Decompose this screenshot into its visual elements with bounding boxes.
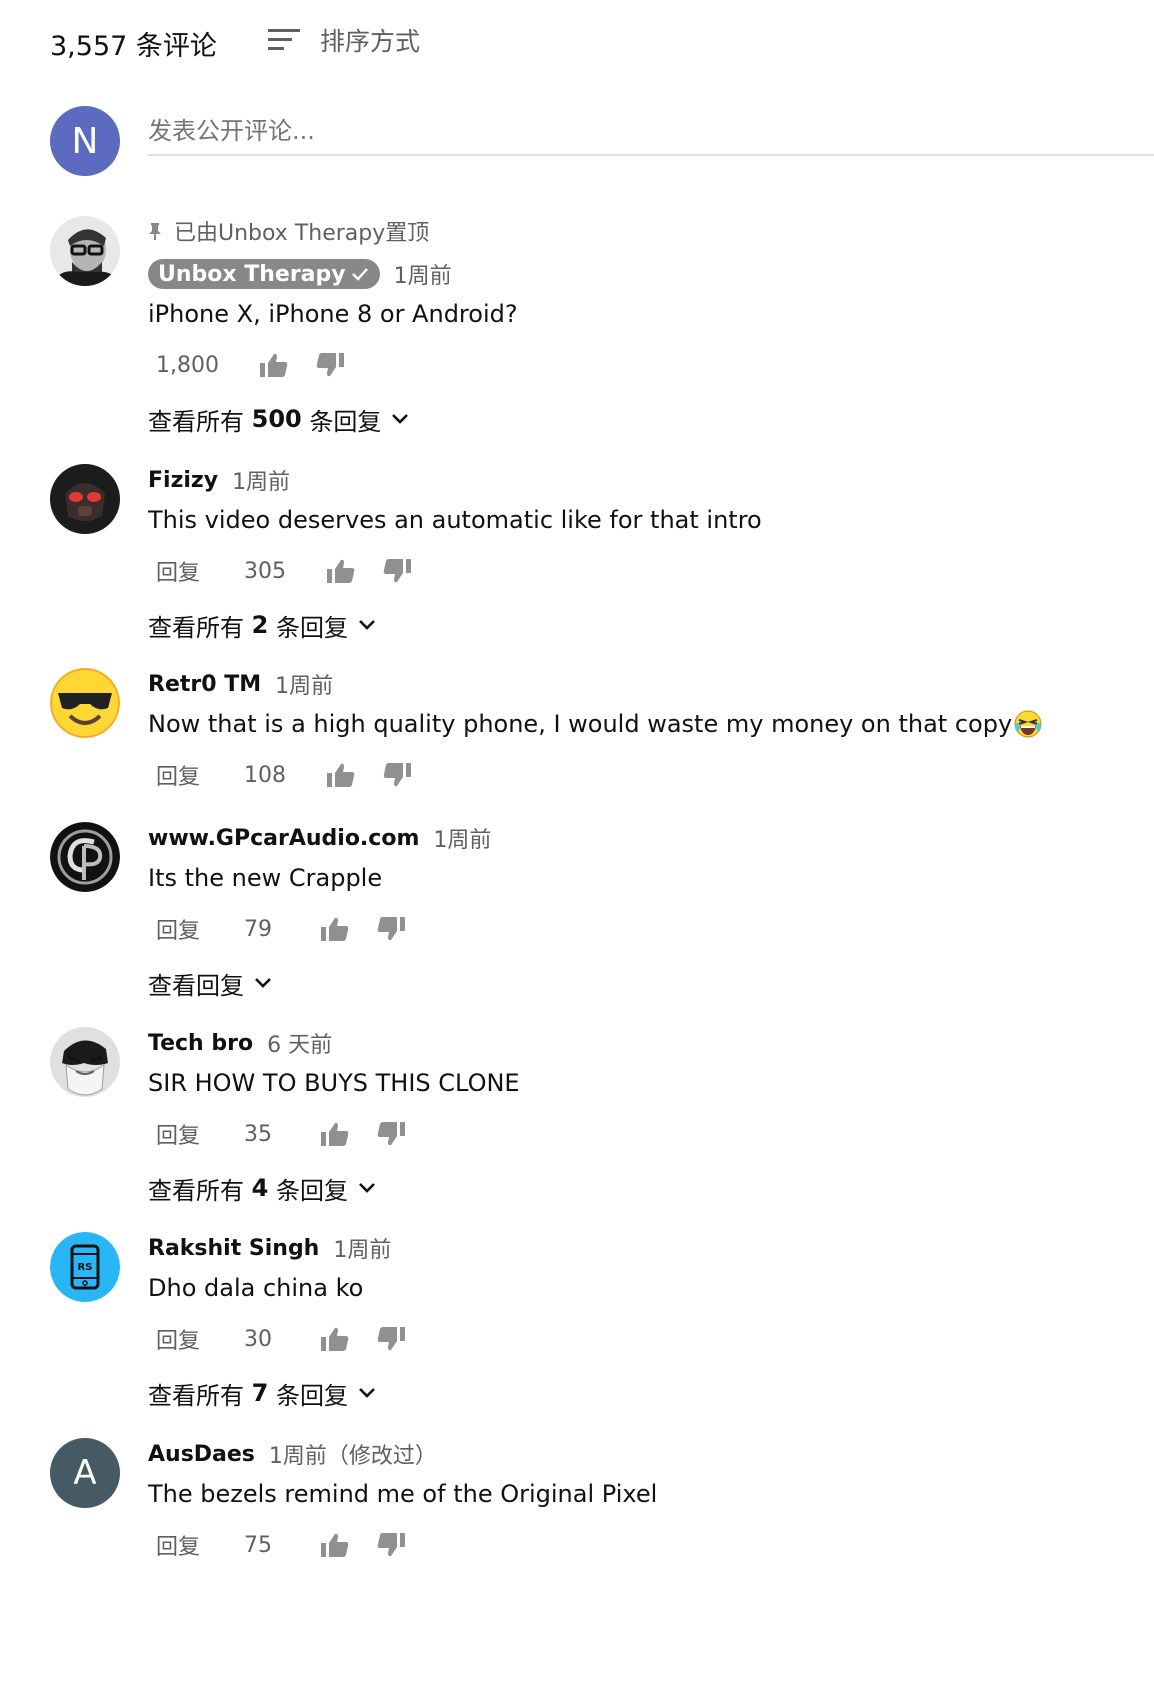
view-replies-button[interactable]: 查看所有 7 条回复: [148, 1376, 1134, 1410]
like-count: 30: [244, 1326, 272, 1352]
view-replies-count: 4: [251, 1174, 269, 1202]
comment-text: Dho dala china ko: [148, 1274, 364, 1302]
author-name[interactable]: www.GPcarAudio.com: [148, 826, 419, 851]
comment-time[interactable]: 1周前: [275, 668, 333, 700]
view-replies-prefix: 查看所有: [148, 407, 252, 436]
thumb-up-icon[interactable]: [326, 760, 356, 790]
view-replies-suffix: 条回复: [268, 613, 348, 642]
comment-time[interactable]: 1周前: [433, 822, 491, 854]
comment-text: This video deserves an automatic like fo…: [148, 506, 762, 534]
avatar[interactable]: [50, 216, 120, 286]
thumb-up-icon[interactable]: [320, 1530, 350, 1560]
thumb-down-icon[interactable]: [376, 914, 406, 944]
comment-time[interactable]: 1周前: [394, 258, 452, 290]
view-replies-button[interactable]: 查看所有 4 条回复: [148, 1171, 1134, 1205]
author-name[interactable]: Rakshit Singh: [148, 1236, 319, 1261]
reply-button[interactable]: 回复: [156, 759, 204, 791]
chevron-down-icon: [358, 615, 378, 635]
thumb-up-icon[interactable]: [320, 1324, 350, 1354]
pinned-label: 已由Unbox Therapy置顶: [148, 216, 1134, 246]
thumb-down-icon[interactable]: [376, 1530, 406, 1560]
like-count: 35: [244, 1121, 272, 1147]
thumb-up-icon[interactable]: [320, 1119, 350, 1149]
comment-time[interactable]: 1周前: [232, 464, 290, 496]
laughing-emoji-icon: [1014, 710, 1042, 738]
chevron-down-icon: [358, 1178, 378, 1198]
view-replies-label: 查看回复: [148, 971, 244, 1000]
author-name[interactable]: Tech bro: [148, 1031, 253, 1056]
view-replies-suffix: 条回复: [268, 1381, 348, 1410]
comment-time[interactable]: 6 天前: [267, 1027, 332, 1059]
new-comment-box: N: [0, 106, 1154, 180]
like-count: 108: [244, 762, 286, 788]
avatar[interactable]: RS: [50, 1232, 120, 1302]
comment-count: 3,557 条评论: [50, 31, 217, 62]
thumb-down-icon[interactable]: [382, 556, 412, 586]
view-replies-button[interactable]: 查看所有 2 条回复: [148, 608, 1134, 642]
author-name: Unbox Therapy: [158, 261, 346, 287]
thumb-up-icon[interactable]: [320, 914, 350, 944]
comment-text: SIR HOW TO BUYS THIS CLONE: [148, 1069, 520, 1097]
avatar[interactable]: [50, 822, 120, 892]
like-count: 75: [244, 1532, 272, 1558]
view-replies-prefix: 查看所有: [148, 613, 252, 642]
avatar[interactable]: A: [50, 1438, 120, 1508]
view-replies-count: 500: [251, 405, 302, 433]
avatar-initials: RS: [78, 1262, 93, 1273]
reply-button[interactable]: 回复: [156, 555, 204, 587]
avatar-letter: A: [73, 1453, 97, 1493]
chevron-down-icon: [254, 973, 274, 993]
avatar-letter: N: [71, 120, 99, 162]
view-replies-button[interactable]: 查看所有 500 条回复: [148, 402, 1134, 436]
view-replies-prefix: 查看所有: [148, 1176, 252, 1205]
author-name[interactable]: Fizizy: [148, 468, 218, 493]
comment-text: Now that is a high quality phone, I woul…: [148, 710, 1013, 738]
like-count: 305: [244, 558, 286, 584]
like-count: 1,800: [156, 352, 219, 378]
sort-label: 排序方式: [320, 27, 421, 56]
reply-button[interactable]: 回复: [156, 913, 204, 945]
pinned-text: 已由Unbox Therapy置顶: [174, 221, 430, 246]
sort-icon: [268, 27, 302, 53]
comments-header: 3,557 条评论 排序方式: [0, 0, 1154, 82]
view-replies-suffix: 条回复: [301, 407, 382, 436]
chevron-down-icon: [391, 409, 411, 429]
comment-time[interactable]: 1周前（修改过）: [269, 1438, 437, 1470]
comment-text: The bezels remind me of the Original Pix…: [148, 1480, 658, 1508]
avatar[interactable]: [50, 1027, 120, 1097]
thumb-down-icon[interactable]: [315, 350, 345, 380]
comment-text: Its the new Crapple: [148, 864, 383, 892]
like-count: 79: [244, 916, 272, 942]
thumb-up-icon[interactable]: [259, 350, 289, 380]
author-badge[interactable]: Unbox Therapy: [148, 259, 380, 289]
thumb-up-icon[interactable]: [326, 556, 356, 586]
avatar[interactable]: [50, 464, 120, 534]
view-replies-count: 7: [251, 1379, 269, 1407]
view-replies-button[interactable]: 查看回复: [148, 966, 1134, 1000]
author-name[interactable]: Retr0 TM: [148, 672, 261, 697]
thumb-down-icon[interactable]: [382, 760, 412, 790]
check-icon: [351, 267, 368, 281]
comment-text: iPhone X, iPhone 8 or Android?: [148, 300, 518, 328]
comment-input[interactable]: [148, 108, 1154, 156]
sort-button[interactable]: 排序方式: [268, 22, 420, 58]
comment-text-row: Now that is a high quality phone, I woul…: [148, 708, 1134, 740]
thumb-down-icon[interactable]: [376, 1324, 406, 1354]
reply-button[interactable]: 回复: [156, 1323, 204, 1355]
comment-time[interactable]: 1周前: [333, 1232, 391, 1264]
reply-button[interactable]: 回复: [156, 1529, 204, 1561]
view-replies-suffix: 条回复: [268, 1176, 348, 1205]
pin-icon: [148, 222, 162, 240]
reply-button[interactable]: 回复: [156, 1118, 204, 1150]
view-replies-prefix: 查看所有: [148, 1381, 252, 1410]
thumb-down-icon[interactable]: [376, 1119, 406, 1149]
avatar[interactable]: [50, 668, 120, 738]
author-name[interactable]: AusDaes: [148, 1442, 255, 1467]
avatar: N: [50, 106, 120, 176]
chevron-down-icon: [358, 1383, 378, 1403]
view-replies-count: 2: [251, 611, 269, 639]
